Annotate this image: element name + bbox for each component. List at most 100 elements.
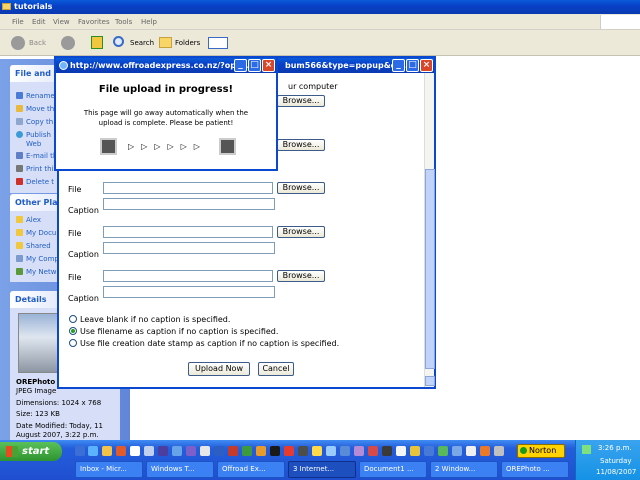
taskbar-item-document1[interactable]: Document1 ...: [359, 461, 427, 478]
task-email[interactable]: E-mail th: [16, 152, 57, 160]
taskbar-item-windows-t[interactable]: Windows T...: [146, 461, 214, 478]
taskbar-item-orephoto[interactable]: OREPhoto ...: [501, 461, 569, 478]
taskbar-item-internet-group[interactable]: 3 Internet...: [288, 461, 356, 478]
back-label[interactable]: Back: [29, 39, 46, 47]
quicklaunch-icon-14[interactable]: [256, 446, 266, 456]
quicklaunch-icon-15[interactable]: [270, 446, 280, 456]
close-button[interactable]: ×: [262, 59, 275, 72]
browse-button-2[interactable]: Browse...: [277, 139, 325, 151]
minimize-button[interactable]: _: [234, 59, 247, 72]
quicklaunch-icon-25[interactable]: [410, 446, 420, 456]
quicklaunch-icon-23[interactable]: [382, 446, 392, 456]
scroll-down-icon[interactable]: [425, 376, 435, 386]
quicklaunch-icon-26[interactable]: [424, 446, 434, 456]
browse-button-3[interactable]: Browse...: [277, 182, 325, 194]
caption-option-label-2[interactable]: Use file creation date stamp as caption …: [80, 339, 339, 348]
browse-button-5[interactable]: Browse...: [277, 270, 325, 282]
place-alex[interactable]: Alex: [16, 216, 41, 224]
caption-option-label-1[interactable]: Use filename as caption if no caption is…: [80, 327, 278, 336]
norton-button[interactable]: Norton: [517, 444, 565, 458]
folders-label[interactable]: Folders: [175, 39, 200, 47]
quicklaunch-icon-21[interactable]: [354, 446, 364, 456]
vertical-scrollbar[interactable]: [424, 73, 435, 387]
close-button[interactable]: ×: [420, 59, 433, 72]
task-label: Delete t: [26, 178, 54, 186]
cancel-button[interactable]: Cancel: [258, 362, 294, 376]
back-icon[interactable]: [11, 36, 25, 50]
quicklaunch-icon-13[interactable]: [242, 446, 252, 456]
caption-input-4[interactable]: [103, 242, 275, 254]
task-copy[interactable]: Copy th: [16, 118, 53, 126]
caption-option-radio-0[interactable]: [69, 315, 77, 323]
browse-button-4[interactable]: Browse...: [277, 226, 325, 238]
file-input-3[interactable]: [103, 182, 273, 194]
file-input-4[interactable]: [103, 226, 273, 238]
quicklaunch-icon-7[interactable]: [158, 446, 168, 456]
quicklaunch-icon-27[interactable]: [438, 446, 448, 456]
caption-option-radio-2[interactable]: [69, 339, 77, 347]
quicklaunch-icon-6[interactable]: [144, 446, 154, 456]
caption-input-5[interactable]: [103, 286, 275, 298]
place-my-documents[interactable]: My Docu: [16, 229, 56, 237]
quicklaunch-icon-4[interactable]: [116, 446, 126, 456]
up-folder-icon[interactable]: [91, 36, 103, 49]
search-label[interactable]: Search: [130, 39, 154, 47]
taskbar-item-offroad[interactable]: Offroad Ex...: [217, 461, 285, 478]
quicklaunch-icon-16[interactable]: [284, 446, 294, 456]
quicklaunch-icon-12[interactable]: [228, 446, 238, 456]
caption-option-radio-1[interactable]: [69, 327, 77, 335]
quicklaunch-icon-18[interactable]: [312, 446, 322, 456]
quicklaunch-icon-1[interactable]: [75, 446, 85, 456]
place-my-network[interactable]: My Netw: [16, 268, 56, 276]
menu-favorites[interactable]: Favorites: [78, 18, 110, 26]
quicklaunch-icon-9[interactable]: [186, 446, 196, 456]
task-publish-web[interactable]: Web: [26, 140, 41, 148]
explorer-titlebar: tutorials: [0, 0, 640, 14]
search-icon[interactable]: [113, 36, 124, 47]
taskbar-item-inbox[interactable]: Inbox - Micr...: [75, 461, 143, 478]
task-publish[interactable]: Publish: [16, 131, 51, 139]
start-button[interactable]: start: [0, 442, 62, 461]
quicklaunch-icon-19[interactable]: [326, 446, 336, 456]
menu-edit[interactable]: Edit: [32, 18, 46, 26]
clock-time[interactable]: 3:26 p.m.: [598, 444, 632, 452]
minimize-button[interactable]: _: [392, 59, 405, 72]
quicklaunch-icon-3[interactable]: [102, 446, 112, 456]
maximize-button[interactable]: □: [248, 59, 261, 72]
caption-option-label-0[interactable]: Leave blank if no caption is specified.: [80, 315, 230, 324]
menu-help[interactable]: Help: [141, 18, 157, 26]
place-my-computer[interactable]: My Comp: [16, 255, 59, 263]
caption-input-3[interactable]: [103, 198, 275, 210]
quicklaunch-icon-20[interactable]: [340, 446, 350, 456]
menu-view[interactable]: View: [53, 18, 70, 26]
quicklaunch-icon-8[interactable]: [172, 446, 182, 456]
quicklaunch-icon-11[interactable]: [214, 446, 224, 456]
quicklaunch-icon-17[interactable]: [298, 446, 308, 456]
quicklaunch-icon-30[interactable]: [480, 446, 490, 456]
maximize-button[interactable]: □: [406, 59, 419, 72]
task-delete[interactable]: Delete t: [16, 178, 54, 186]
browse-button-1[interactable]: Browse...: [277, 95, 325, 107]
quicklaunch-icon-5[interactable]: [130, 446, 140, 456]
place-shared[interactable]: Shared: [16, 242, 51, 250]
folders-icon[interactable]: [159, 37, 172, 48]
upload-now-button[interactable]: Upload Now: [188, 362, 250, 376]
quicklaunch-icon-2[interactable]: [88, 446, 98, 456]
tray-network-icon[interactable]: [582, 445, 591, 454]
scroll-thumb[interactable]: [425, 169, 435, 369]
views-icon[interactable]: [208, 37, 228, 49]
quicklaunch-icon-24[interactable]: [396, 446, 406, 456]
quicklaunch-icon-28[interactable]: [452, 446, 462, 456]
menu-tools[interactable]: Tools: [115, 18, 132, 26]
forward-icon[interactable]: [61, 36, 75, 50]
task-print[interactable]: Print thi: [16, 165, 53, 173]
file-input-5[interactable]: [103, 270, 273, 282]
task-move[interactable]: Move th: [16, 105, 54, 113]
menu-file[interactable]: File: [12, 18, 24, 26]
task-rename[interactable]: Rename: [16, 92, 55, 100]
quicklaunch-icon-22[interactable]: [368, 446, 378, 456]
quicklaunch-icon-31[interactable]: [494, 446, 504, 456]
quicklaunch-icon-29[interactable]: [466, 446, 476, 456]
taskbar-item-windows-group[interactable]: 2 Window...: [430, 461, 498, 478]
quicklaunch-icon-10[interactable]: [200, 446, 210, 456]
